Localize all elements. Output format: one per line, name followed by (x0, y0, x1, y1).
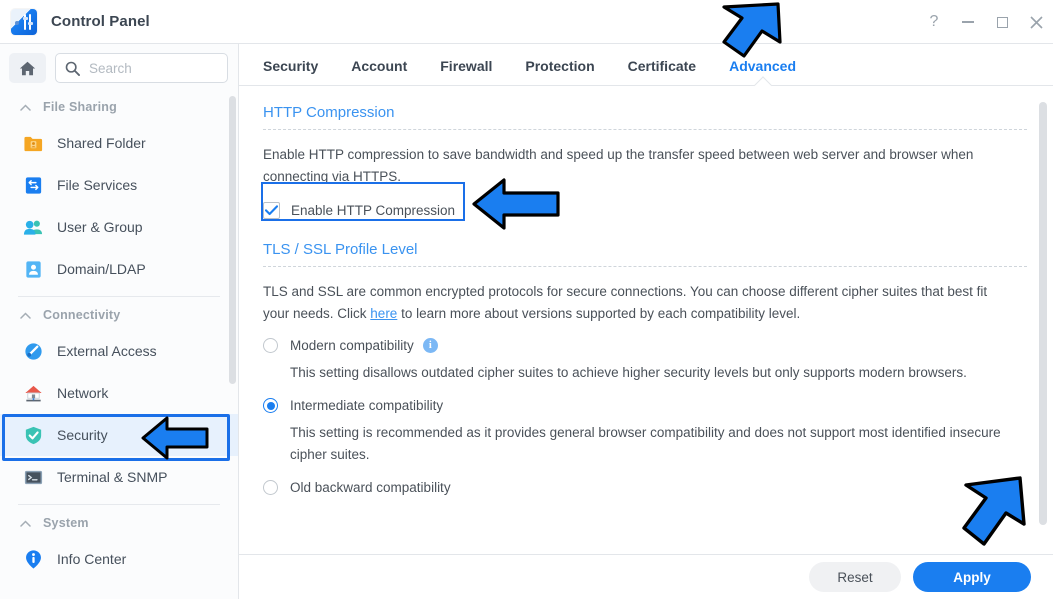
reset-button[interactable]: Reset (809, 562, 901, 592)
tab-advanced[interactable]: Advanced (729, 58, 796, 85)
modern-compatibility-description: This setting disallows outdated cipher s… (290, 365, 967, 381)
sidebar-item-shared-folder[interactable]: Shared Folder (0, 122, 238, 164)
sidebar-divider (18, 296, 220, 297)
content-area: Security Account Firewall Protection Cer… (239, 44, 1053, 599)
sidebar-item-security[interactable]: Security (0, 414, 238, 456)
sidebar-item-label: User & Group (57, 219, 143, 235)
sidebar-toolbar (0, 44, 238, 91)
sidebar-item-label: Info Center (57, 551, 127, 567)
domain-ldap-icon (22, 258, 44, 280)
sidebar-item-network[interactable]: Network (0, 372, 238, 414)
window-controls: ? (917, 0, 1053, 44)
sidebar-divider (18, 504, 220, 505)
sidebar-item-file-services[interactable]: File Services (0, 164, 238, 206)
tls-ssl-description: TLS and SSL are common encrypted protoco… (263, 281, 1005, 325)
info-center-icon (22, 548, 44, 570)
sidebar-item-label: External Access (57, 343, 157, 359)
file-services-icon (22, 174, 44, 196)
search-box[interactable] (55, 53, 228, 83)
enable-http-compression-checkbox[interactable] (263, 201, 280, 219)
security-shield-icon (22, 424, 44, 446)
external-access-icon (22, 340, 44, 362)
window-title: Control Panel (51, 13, 150, 30)
terminal-snmp-icon (22, 466, 44, 488)
intermediate-compatibility-label: Intermediate compatibility (290, 398, 444, 414)
tab-bar: Security Account Firewall Protection Cer… (239, 44, 1053, 86)
sidebar-item-label: Network (57, 385, 109, 401)
learn-more-link[interactable]: here (370, 306, 397, 321)
user-group-icon (22, 216, 44, 238)
enable-http-compression-row[interactable]: Enable HTTP Compression (263, 201, 456, 219)
checkmark-icon (265, 205, 278, 215)
http-compression-description: Enable HTTP compression to save bandwidt… (263, 147, 974, 184)
radio-row-intermediate-compatibility[interactable]: Intermediate compatibility (263, 398, 1027, 414)
sidebar-group-connectivity[interactable]: Connectivity (0, 299, 238, 330)
sidebar-group-label: Connectivity (43, 308, 121, 322)
chevron-up-icon (20, 311, 31, 319)
title-bar: Control Panel ? (0, 0, 1053, 44)
shared-folder-icon (22, 132, 44, 154)
chevron-up-icon (20, 519, 31, 527)
radio-row-old-backward-compatibility[interactable]: Old backward compatibility (263, 480, 1027, 496)
tls-ssl-title: TLS / SSL Profile Level (263, 240, 418, 258)
sidebar-item-label: Terminal & SNMP (57, 469, 168, 485)
maximize-button[interactable] (985, 0, 1019, 44)
network-icon (22, 382, 44, 404)
sidebar-item-domain-ldap[interactable]: Domain/LDAP (0, 248, 238, 290)
home-button[interactable] (9, 53, 46, 83)
control-panel-window: Control Panel ? Search File Sharing Shar… (0, 0, 1053, 599)
tab-security[interactable]: Security (263, 58, 318, 85)
sidebar-group-label: File Sharing (43, 100, 117, 114)
radio-row-modern-compatibility[interactable]: Modern compatibility i (263, 338, 1027, 354)
sidebar-item-external-access[interactable]: External Access (0, 330, 238, 372)
section-divider (263, 265, 1027, 267)
sidebar: File Sharing Shared Folder (0, 44, 239, 599)
tab-protection[interactable]: Protection (525, 58, 594, 85)
main-body: File Sharing Shared Folder (0, 44, 1053, 599)
info-icon[interactable]: i (422, 338, 438, 354)
home-icon (19, 61, 36, 75)
enable-http-compression-label: Enable HTTP Compression (291, 202, 456, 218)
tab-account[interactable]: Account (351, 58, 407, 85)
minimize-button[interactable] (951, 0, 985, 44)
sidebar-item-label: File Services (57, 177, 138, 193)
sidebar-item-terminal-snmp[interactable]: Terminal & SNMP (0, 456, 238, 498)
sidebar-scrollbar[interactable] (229, 96, 236, 384)
intermediate-compatibility-radio[interactable] (263, 398, 278, 414)
http-compression-title: HTTP Compression (263, 104, 395, 121)
tab-certificate[interactable]: Certificate (628, 58, 696, 85)
search-icon (65, 61, 80, 76)
apply-button[interactable]: Apply (913, 562, 1031, 592)
tab-firewall[interactable]: Firewall (440, 58, 492, 85)
footer-bar: Reset Apply (239, 554, 1053, 599)
sidebar-group-system[interactable]: System (0, 507, 238, 538)
chevron-up-icon (20, 103, 31, 111)
modern-compatibility-label: Modern compatibility (290, 338, 414, 354)
help-button[interactable]: ? (917, 0, 951, 44)
sidebar-item-label: Shared Folder (57, 135, 146, 151)
settings-panel: HTTP Compression Enable HTTP compression… (239, 86, 1053, 554)
intermediate-compatibility-description: This setting is recommended as it provid… (290, 425, 1001, 463)
modern-compatibility-radio[interactable] (263, 338, 278, 354)
old-backward-compatibility-label: Old backward compatibility (290, 480, 451, 496)
content-scrollbar[interactable] (1039, 102, 1047, 525)
sidebar-item-label: Domain/LDAP (57, 261, 146, 277)
search-input[interactable] (87, 59, 218, 77)
sidebar-group-label: System (43, 516, 89, 530)
sidebar-nav: File Sharing Shared Folder File Services… (0, 91, 238, 599)
close-button[interactable] (1019, 0, 1053, 44)
control-panel-icon (11, 8, 37, 35)
sidebar-item-user-group[interactable]: User & Group (0, 206, 238, 248)
tls-desc-part2: to learn more about versions supported b… (397, 305, 801, 321)
old-backward-compatibility-radio[interactable] (263, 480, 278, 496)
sidebar-item-label: Security (57, 427, 108, 443)
sidebar-item-info-center[interactable]: Info Center (0, 538, 238, 580)
sidebar-group-file-sharing[interactable]: File Sharing (0, 91, 238, 122)
section-divider (263, 129, 1027, 130)
